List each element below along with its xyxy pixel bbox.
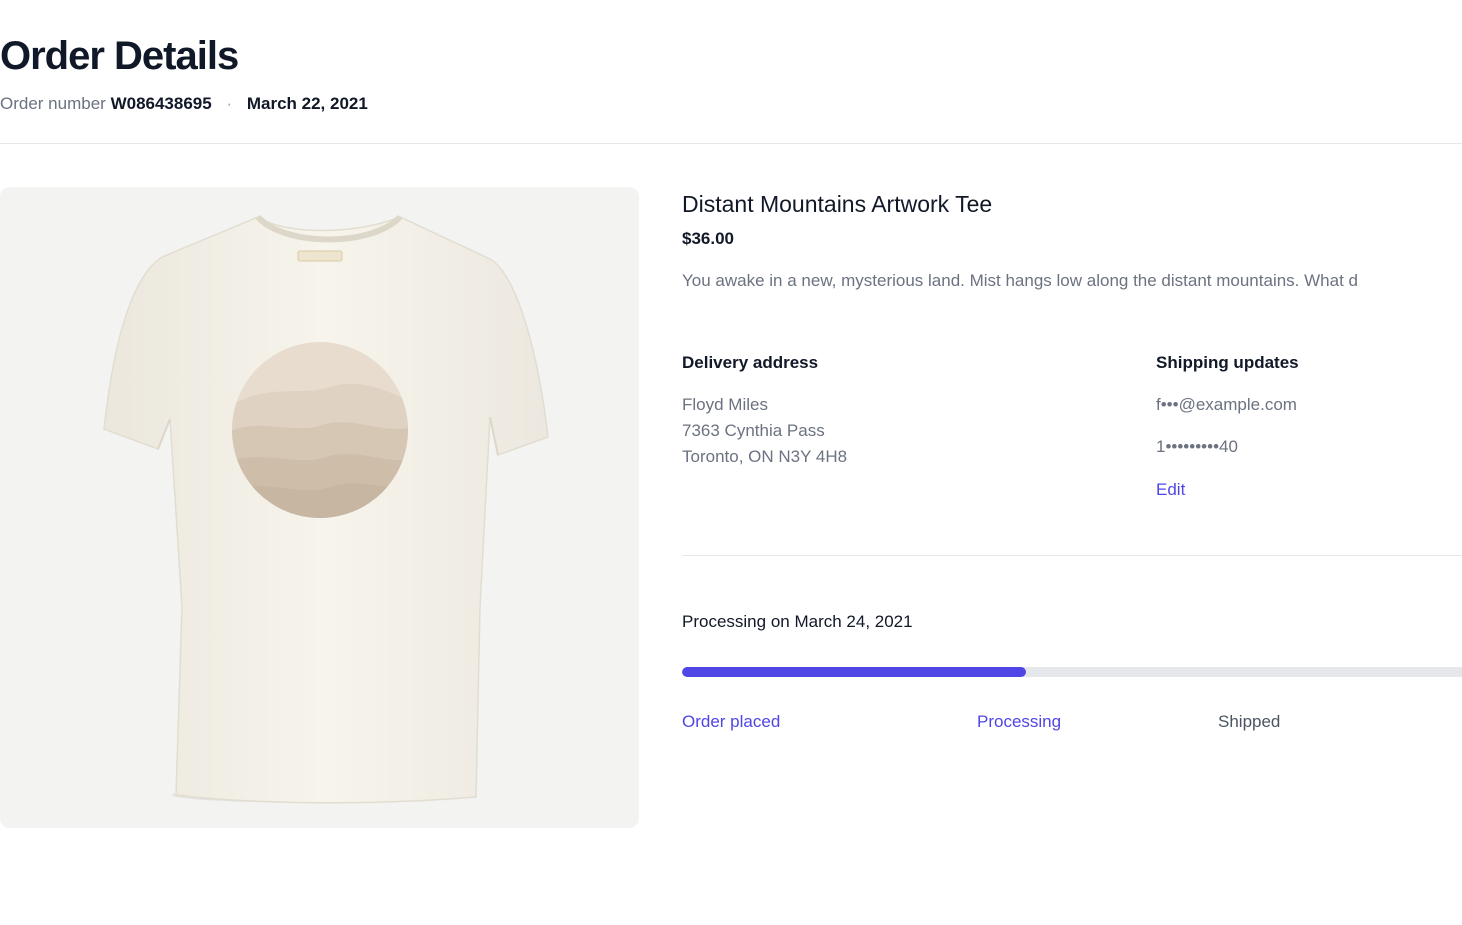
address-street: 7363 Cynthia Pass xyxy=(682,421,825,440)
product-image xyxy=(0,187,639,828)
delivery-address-heading: Delivery address xyxy=(682,353,819,372)
product-details: Distant Mountains Artwork Tee $36.00 You… xyxy=(682,187,1462,294)
delivery-address: Floyd Miles 7363 Cynthia Pass Toronto, O… xyxy=(682,392,847,470)
header-divider xyxy=(0,143,1462,144)
shipping-updates-heading: Shipping updates xyxy=(1156,353,1299,372)
meta-separator: · xyxy=(226,94,233,113)
product-price: $36.00 xyxy=(682,229,734,248)
order-number: W086438695 xyxy=(110,94,212,113)
product-description: You awake in a new, mysterious land. Mis… xyxy=(682,271,1358,290)
order-progress-fill xyxy=(682,667,1026,677)
page-title: Order Details xyxy=(0,34,239,78)
address-city: Toronto, ON N3Y 4H8 xyxy=(682,447,848,466)
order-date: March 22, 2021 xyxy=(246,94,368,113)
shipping-email: f•••@example.com xyxy=(1156,395,1297,414)
order-progress-bar xyxy=(682,667,1462,677)
tshirt-image xyxy=(0,187,639,828)
step-shipped: Shipped xyxy=(1218,712,1281,731)
address-name: Floyd Miles xyxy=(682,395,768,414)
order-status-text: Processing on March 24, 2021 xyxy=(682,612,913,631)
shipping-phone: 1•••••••••40 xyxy=(1156,437,1238,456)
order-details-page: Order Details Order number W086438695 · … xyxy=(0,0,1462,925)
step-order-placed: Order placed xyxy=(682,712,781,731)
product-name: Distant Mountains Artwork Tee xyxy=(682,191,993,217)
section-divider xyxy=(682,555,1462,556)
step-processing: Processing xyxy=(977,712,1062,731)
order-meta: Order number W086438695 · March 22, 2021 xyxy=(0,92,1462,116)
page-header: Order Details Order number W086438695 · … xyxy=(0,28,1462,116)
order-number-label: Order number xyxy=(0,94,106,113)
edit-shipping-link[interactable]: Edit xyxy=(1156,477,1185,503)
